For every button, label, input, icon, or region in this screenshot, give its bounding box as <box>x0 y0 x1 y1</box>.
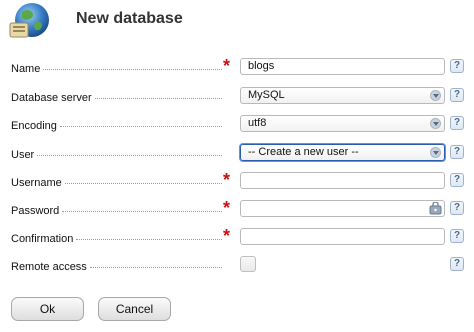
name-input[interactable]: blogs <box>240 58 445 75</box>
user-value: -- Create a new user -- <box>248 146 359 158</box>
help-icon[interactable]: ? <box>450 257 464 271</box>
database-globe-icon <box>9 3 49 38</box>
database-server-value: MySQL <box>248 89 285 101</box>
required-marker: * <box>223 56 231 76</box>
confirmation-label: Confirmation <box>11 233 74 245</box>
database-server-select[interactable]: MySQL <box>240 87 445 104</box>
user-row: User -- Create a new user -- ? <box>0 143 474 165</box>
confirmation-input[interactable] <box>240 228 445 245</box>
name-label: Name <box>11 63 41 75</box>
label-leader <box>89 267 222 268</box>
chevron-down-icon <box>430 118 441 129</box>
help-icon[interactable]: ? <box>450 229 464 243</box>
required-marker: * <box>223 198 231 218</box>
label-leader <box>59 126 222 127</box>
help-icon[interactable]: ? <box>450 145 464 159</box>
dialog-header: New database <box>8 0 468 44</box>
remote-access-row: Remote access ? <box>0 255 474 277</box>
help-icon[interactable]: ? <box>450 201 464 215</box>
ok-button[interactable]: Ok <box>11 297 84 321</box>
help-icon[interactable]: ? <box>450 59 464 73</box>
encoding-label: Encoding <box>11 120 57 132</box>
password-input[interactable] <box>240 200 445 217</box>
encoding-select[interactable]: utf8 <box>240 115 445 132</box>
password-row: Password * ? <box>0 199 474 221</box>
chevron-down-icon <box>430 90 441 101</box>
label-leader <box>76 239 222 240</box>
label-leader <box>94 98 222 99</box>
user-label: User <box>11 149 35 161</box>
encoding-value: utf8 <box>248 117 267 129</box>
username-label: Username <box>11 177 62 189</box>
label-leader <box>64 183 222 184</box>
remote-access-checkbox[interactable] <box>240 256 256 272</box>
required-marker: * <box>223 226 231 246</box>
password-label: Password <box>11 205 60 217</box>
database-server-label: Database server <box>11 92 92 104</box>
username-input[interactable] <box>240 172 445 189</box>
label-leader <box>37 155 222 156</box>
user-select[interactable]: -- Create a new user -- <box>240 144 445 161</box>
database-server-row: Database server MySQL ? <box>0 86 474 108</box>
confirmation-row: Confirmation * ? <box>0 227 474 249</box>
help-icon[interactable]: ? <box>450 88 464 102</box>
label-leader <box>62 211 222 212</box>
dialog-title: New database <box>76 10 183 27</box>
cancel-button[interactable]: Cancel <box>98 297 171 321</box>
chevron-down-icon <box>430 147 441 158</box>
name-row: Name * blogs ? <box>0 57 474 79</box>
username-row: Username * ? <box>0 171 474 193</box>
label-leader <box>43 69 222 70</box>
required-marker: * <box>223 170 231 190</box>
help-icon[interactable]: ? <box>450 116 464 130</box>
remote-access-label: Remote access <box>11 261 87 273</box>
help-icon[interactable]: ? <box>450 173 464 187</box>
password-generator-icon[interactable] <box>429 202 442 215</box>
encoding-row: Encoding utf8 ? <box>0 114 474 136</box>
